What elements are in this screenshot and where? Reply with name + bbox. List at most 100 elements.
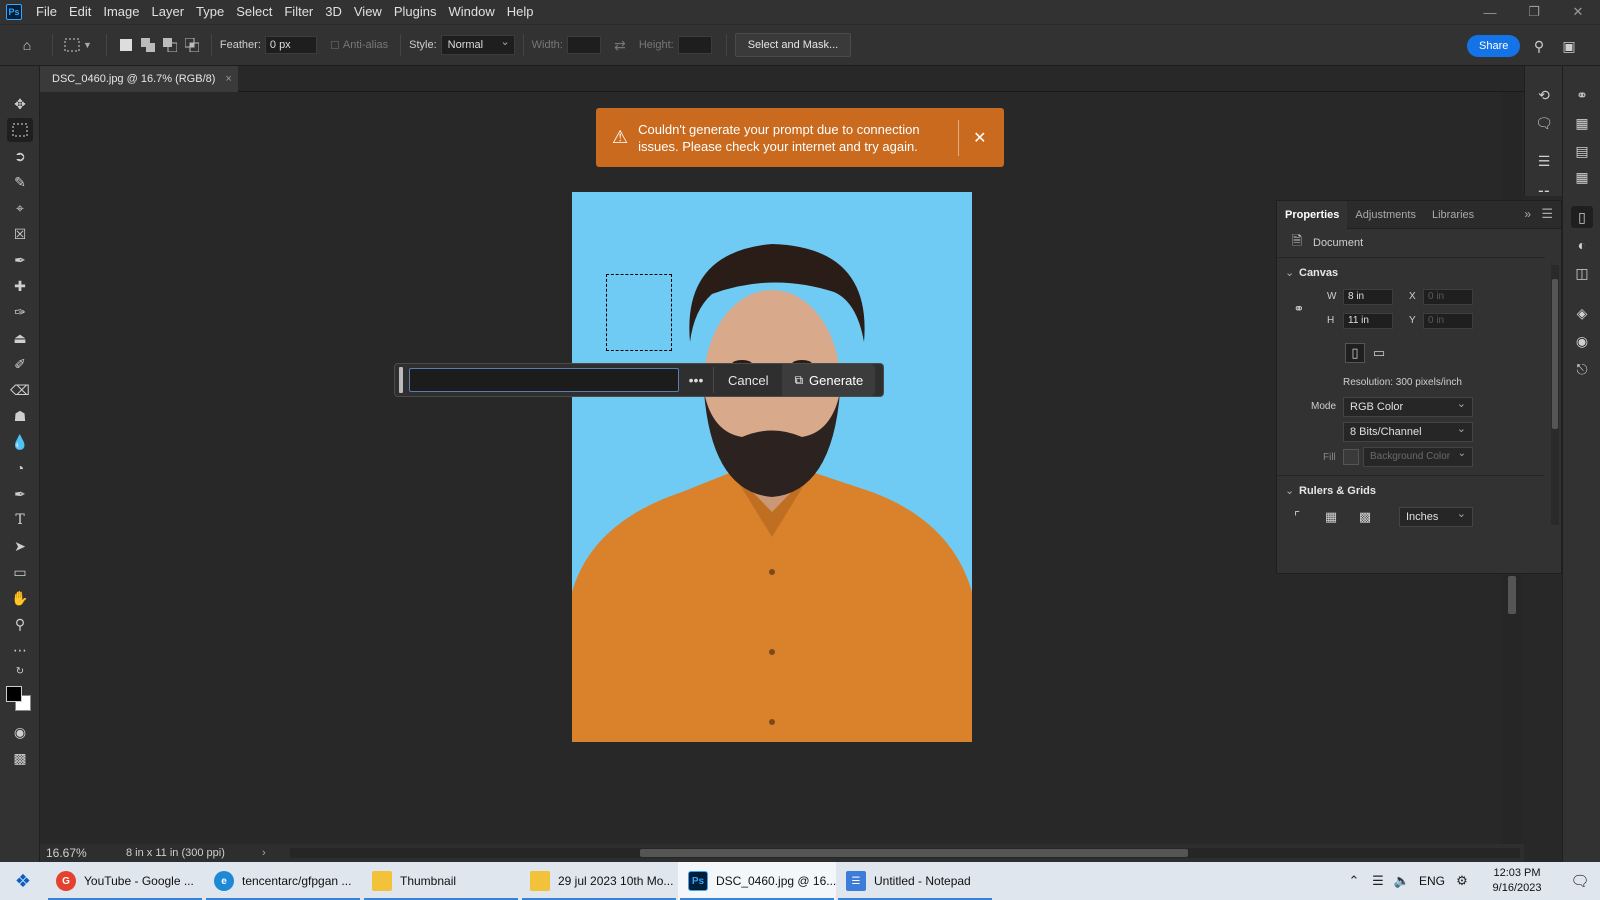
prompt-input[interactable] — [409, 368, 679, 392]
anti-alias-checkbox[interactable] — [330, 41, 339, 49]
canvas-collapse-icon[interactable]: ⌄ — [1285, 266, 1294, 279]
quick-select-tool-icon[interactable]: ✎ — [7, 170, 33, 194]
move-tool-icon[interactable]: ✥ — [7, 92, 33, 116]
notifications-icon[interactable]: 🗨 — [1560, 872, 1600, 890]
more-options-icon[interactable]: ••• — [679, 372, 713, 388]
history-icon[interactable]: ⟲ — [1533, 84, 1555, 106]
gradients-icon[interactable]: ▤ — [1571, 140, 1593, 162]
screen-mode-icon[interactable]: ▩ — [7, 746, 33, 770]
menu-window[interactable]: Window — [442, 0, 500, 24]
3d-icon[interactable]: ⚭ — [1571, 84, 1593, 106]
brush-settings-icon[interactable]: ☰ — [1533, 150, 1555, 172]
subtract-from-selection-icon[interactable] — [159, 34, 181, 56]
collapse-panel-icon[interactable]: » — [1524, 207, 1531, 221]
properties-scrollbar[interactable] — [1551, 265, 1559, 525]
menu-file[interactable]: File — [30, 0, 63, 24]
menu-view[interactable]: View — [348, 0, 388, 24]
taskbar-item-chrome[interactable]: G YouTube - Google ... — [46, 862, 204, 900]
taskbar-item-thumbnail-folder[interactable]: Thumbnail — [362, 862, 520, 900]
select-and-mask-button[interactable]: Select and Mask... — [734, 33, 852, 57]
fill-select[interactable]: Background Color — [1363, 445, 1473, 467]
clone-stamp-tool-icon[interactable]: ⏏ — [7, 326, 33, 350]
tab-libraries[interactable]: Libraries — [1424, 201, 1482, 229]
marquee-tool-icon[interactable] — [7, 118, 33, 142]
guides-icon[interactable]: ▩ — [1355, 507, 1375, 527]
network-icon[interactable]: ☰ — [1366, 873, 1390, 889]
menu-help[interactable]: Help — [501, 0, 540, 24]
bit-depth-select[interactable]: 8 Bits/Channel — [1343, 420, 1473, 442]
adjustments-icon[interactable]: ◐ — [1571, 234, 1593, 256]
height-input[interactable] — [677, 36, 712, 54]
taskbar-item-jul-folder[interactable]: 29 jul 2023 10th Mo... — [520, 862, 678, 900]
chevron-down-icon[interactable]: ▼ — [83, 40, 92, 50]
link-dimensions-icon[interactable]: ⚭ — [1289, 299, 1309, 319]
menu-filter[interactable]: Filter — [278, 0, 319, 24]
tab-adjustments[interactable]: Adjustments — [1347, 201, 1424, 229]
zoom-level[interactable]: 16.67% — [40, 846, 126, 860]
close-toast-icon[interactable]: ✕ — [973, 128, 986, 148]
clock[interactable]: 12:03 PM 9/16/2023 — [1474, 866, 1560, 896]
workspace-icon[interactable]: ▣ — [1558, 35, 1580, 57]
language-indicator[interactable]: ENG — [1414, 874, 1450, 888]
rectangle-tool-icon[interactable]: ▭ — [7, 560, 33, 584]
landscape-orientation-icon[interactable]: ▭ — [1369, 343, 1389, 363]
canvas-y-input[interactable]: 0 in — [1423, 313, 1473, 329]
properties-panel-icon[interactable]: ▯ — [1571, 206, 1593, 228]
menu-3d[interactable]: 3D — [319, 0, 348, 24]
feather-input[interactable]: 0 px — [264, 36, 317, 54]
restore-icon[interactable]: ❐ — [1512, 0, 1556, 24]
share-button[interactable]: Share — [1467, 35, 1521, 57]
paint-bucket-tool-icon[interactable]: ☗ — [7, 404, 33, 428]
horizontal-scroll-thumb[interactable] — [640, 849, 1188, 857]
dodge-tool-icon[interactable]: ◔ — [7, 456, 33, 480]
libraries-icon[interactable]: ◫ — [1571, 262, 1593, 284]
canvas-width-input[interactable]: 8 in — [1343, 289, 1393, 305]
volume-icon[interactable]: 🔈 — [1390, 873, 1414, 889]
healing-brush-tool-icon[interactable]: ✚ — [7, 274, 33, 298]
menu-edit[interactable]: Edit — [63, 0, 97, 24]
history-brush-tool-icon[interactable]: ✐ — [7, 352, 33, 376]
hand-tool-icon[interactable]: ✋ — [7, 586, 33, 610]
generate-button[interactable]: ⧉ Generate — [782, 364, 876, 396]
minimize-icon[interactable]: — — [1468, 0, 1512, 24]
mode-select[interactable]: RGB Color — [1343, 395, 1473, 417]
swatches-grid-icon[interactable]: ▦ — [1571, 112, 1593, 134]
horizontal-scrollbar[interactable] — [290, 848, 1520, 858]
eyedropper-tool-icon[interactable]: ✒ — [7, 248, 33, 272]
vertical-scroll-thumb[interactable] — [1508, 576, 1516, 614]
document-tab[interactable]: DSC_0460.jpg @ 16.7% (RGB/8) × — [40, 66, 238, 92]
drag-handle[interactable] — [399, 367, 403, 393]
menu-type[interactable]: Type — [190, 0, 230, 24]
comments-icon[interactable]: 🗨 — [1533, 112, 1555, 134]
rulers-icon[interactable]: ⌜ — [1287, 507, 1307, 527]
units-select[interactable]: Inches — [1399, 505, 1473, 527]
lasso-tool-icon[interactable]: ➲ — [7, 144, 33, 168]
paths-icon[interactable]: ⎋ — [1571, 358, 1593, 380]
canvas-height-input[interactable]: 11 in — [1343, 313, 1393, 329]
close-window-icon[interactable]: ✕ — [1556, 0, 1600, 24]
brush-tool-icon[interactable]: ✑ — [7, 300, 33, 324]
status-menu-chevron-icon[interactable]: › — [262, 847, 266, 859]
marquee-selection[interactable] — [606, 274, 672, 351]
quick-mask-icon[interactable]: ◉ — [7, 720, 33, 744]
close-tab-icon[interactable]: × — [225, 73, 231, 85]
foreground-color-swatch[interactable] — [6, 686, 22, 702]
taskbar-item-notepad[interactable]: ☰ Untitled - Notepad — [836, 862, 994, 900]
rulers-collapse-icon[interactable]: ⌄ — [1285, 484, 1294, 497]
menu-plugins[interactable]: Plugins — [388, 0, 443, 24]
grid-icon[interactable]: ▦ — [1321, 507, 1341, 527]
marquee-tool-preset-icon[interactable] — [61, 34, 83, 56]
blur-tool-icon[interactable]: 💧 — [7, 430, 33, 454]
search-icon[interactable]: ⚲ — [1528, 35, 1550, 57]
new-selection-icon[interactable] — [115, 34, 137, 56]
eraser-tool-icon[interactable]: ⌫ — [7, 378, 33, 402]
path-selection-tool-icon[interactable]: ➤ — [7, 534, 33, 558]
canvas-x-input[interactable]: 0 in — [1423, 289, 1473, 305]
style-select[interactable]: Normal — [440, 33, 515, 55]
intersect-selection-icon[interactable] — [181, 34, 203, 56]
panel-menu-icon[interactable]: ☰ — [1541, 206, 1553, 222]
adjustment-presets-icon[interactable]: ⚋ — [1533, 176, 1555, 198]
channels-icon[interactable]: ◉ — [1571, 330, 1593, 352]
zoom-tool-icon[interactable]: ⚲ — [7, 612, 33, 636]
document-image[interactable] — [572, 192, 972, 742]
